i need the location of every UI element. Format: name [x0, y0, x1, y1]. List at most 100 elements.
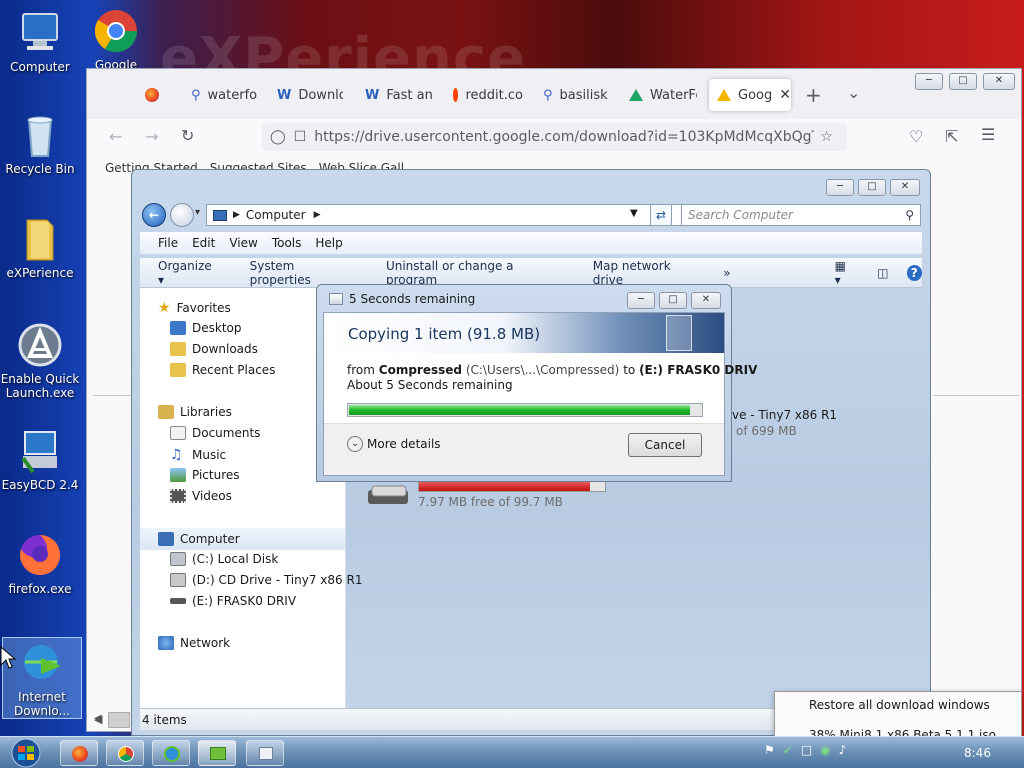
- extensions-icon[interactable]: ⇱: [945, 127, 958, 146]
- url-bar[interactable]: ◯ ☐ https://drive.usercontent.google.com…: [262, 123, 847, 151]
- uninstall-program-button[interactable]: Uninstall or change a program: [386, 259, 563, 287]
- nav-network[interactable]: Network: [158, 636, 230, 650]
- new-tab-button[interactable]: +: [805, 83, 822, 107]
- cd-drive-icon: [170, 573, 186, 587]
- downloads-folder-icon: [170, 342, 186, 356]
- tray-network-icon[interactable]: □: [801, 743, 812, 757]
- more-commands-button[interactable]: »: [723, 266, 730, 280]
- search-input[interactable]: Search Computer ⚲: [681, 204, 921, 226]
- taskbar-chrome[interactable]: [106, 740, 144, 766]
- tab-waterfox-drive[interactable]: WaterFo: [629, 81, 697, 109]
- desktop-icon-easybcd[interactable]: EasyBCD 2.4: [0, 428, 80, 492]
- taskbar-idm[interactable]: [152, 740, 190, 766]
- refresh-icon[interactable]: ⇄: [650, 204, 672, 226]
- tab-basilisk[interactable]: ⚲ basilisk: [543, 81, 609, 109]
- help-icon[interactable]: ?: [906, 264, 922, 281]
- desktop-icon-quick-launch[interactable]: Enable Quick Launch.exe: [0, 322, 80, 400]
- nav-drive-e[interactable]: (E:) FRASK0 DRIV: [170, 594, 296, 608]
- copy-files-icon: [259, 747, 273, 760]
- ff-close-button[interactable]: ✕: [983, 73, 1015, 90]
- back-icon[interactable]: ←: [109, 127, 122, 146]
- tab-search-waterfox[interactable]: ⚲ waterfo: [191, 81, 261, 109]
- close-tab-icon[interactable]: ✕: [779, 87, 791, 103]
- nav-drive-d[interactable]: (D:) CD Drive - Tiny7 x86 R1: [170, 573, 362, 587]
- organize-button[interactable]: Organize ▾: [158, 259, 220, 287]
- tray-arrow-icon[interactable]: ✓: [783, 743, 793, 757]
- explorer-minimize-button[interactable]: ─: [826, 179, 854, 196]
- more-details-toggle[interactable]: ⌄ More details: [347, 436, 441, 452]
- ff-minimize-button[interactable]: ─: [915, 73, 943, 90]
- menu-file[interactable]: File: [158, 236, 178, 250]
- nav-music[interactable]: ♫ Music: [170, 447, 226, 463]
- breadcrumb-arrow-icon: ▶: [233, 210, 240, 220]
- nav-desktop[interactable]: Desktop: [170, 321, 242, 335]
- desktop-icon-experience[interactable]: eXPerience: [0, 216, 80, 280]
- tab-download[interactable]: W Downlo: [277, 81, 343, 109]
- system-properties-button[interactable]: System properties: [250, 259, 356, 287]
- forward-button[interactable]: [170, 203, 194, 227]
- menu-icon[interactable]: ☰: [981, 125, 995, 144]
- desktop-icon-recycle-bin[interactable]: Recycle Bin: [0, 112, 80, 176]
- chrome-icon: [118, 746, 134, 762]
- tab-strip: ⚲waterfo WDownlo WFast and reddit.co ⚲ba…: [87, 69, 1021, 119]
- bookmark-star-icon[interactable]: ☆: [820, 129, 833, 145]
- change-view-icon[interactable]: ▦ ▾: [835, 259, 856, 287]
- nav-drive-c[interactable]: (C:) Local Disk: [170, 552, 278, 566]
- tab-reddit[interactable]: reddit.co: [453, 81, 523, 109]
- start-button[interactable]: [5, 737, 47, 768]
- dialog-close-button[interactable]: ✕: [691, 292, 721, 309]
- dialog-minimize-button[interactable]: ─: [627, 292, 655, 309]
- tray-security-icon[interactable]: ◉: [820, 743, 830, 757]
- copy-dialog: 5 Seconds remaining ─ □ ✕ Copying 1 item…: [316, 284, 757, 482]
- taskbar-clock: 8:46: [964, 746, 991, 760]
- menu-tools[interactable]: Tools: [272, 236, 302, 250]
- w-icon: W: [277, 87, 292, 103]
- horizontal-scrollbar-thumb[interactable]: [108, 712, 130, 728]
- explorer-maximize-button[interactable]: □: [858, 179, 886, 196]
- nav-pictures[interactable]: Pictures: [170, 468, 240, 482]
- reload-icon[interactable]: ↻: [181, 126, 194, 145]
- desktop-icon-firefox[interactable]: firefox.exe: [0, 532, 80, 596]
- dialog-maximize-button[interactable]: □: [659, 292, 687, 309]
- tab-firefox-home[interactable]: [145, 81, 159, 109]
- nav-computer[interactable]: Computer: [140, 528, 345, 550]
- forward-icon[interactable]: →: [145, 127, 158, 146]
- taskbar-copy-dialog[interactable]: [246, 740, 284, 766]
- menu-edit[interactable]: Edit: [192, 236, 215, 250]
- google-drive-icon: [629, 89, 643, 101]
- ff-maximize-button[interactable]: □: [949, 73, 977, 90]
- scroll-left-icon[interactable]: ◀: [94, 713, 102, 726]
- menu-view[interactable]: View: [229, 236, 257, 250]
- destination-drive[interactable]: (E:) FRASK0 DRIV: [639, 363, 757, 377]
- nav-recent-places[interactable]: Recent Places: [170, 363, 275, 377]
- preview-pane-icon[interactable]: ◫: [877, 266, 888, 280]
- tray-volume-icon[interactable]: ♪: [839, 743, 847, 757]
- restore-download-windows[interactable]: Restore all download windows: [809, 698, 990, 712]
- nav-documents[interactable]: Documents: [170, 426, 260, 440]
- address-dropdown-icon[interactable]: ▼: [630, 208, 638, 219]
- desktop-icon-computer[interactable]: Computer: [0, 10, 80, 74]
- nav-videos[interactable]: Videos: [170, 489, 232, 503]
- removable-drive-icon[interactable]: [366, 482, 412, 508]
- breadcrumb-computer[interactable]: Computer: [246, 208, 306, 222]
- nav-libraries[interactable]: Libraries: [158, 405, 232, 419]
- list-all-tabs-icon[interactable]: ⌄: [847, 83, 860, 102]
- tray-flag-icon[interactable]: ⚑: [764, 743, 775, 757]
- tab-google-drive-active[interactable]: Goog ✕: [709, 79, 791, 111]
- desktop-icon-google[interactable]: Google: [76, 8, 156, 72]
- breadcrumb-arrow-icon: ▶: [313, 210, 321, 220]
- tab-fast-and[interactable]: WFast and: [365, 81, 433, 109]
- explorer-close-button[interactable]: ✕: [890, 179, 920, 196]
- map-network-drive-button[interactable]: Map network drive: [593, 259, 702, 287]
- menu-help[interactable]: Help: [315, 236, 342, 250]
- taskbar-firefox[interactable]: [60, 740, 98, 766]
- pocket-icon[interactable]: ♡: [909, 127, 923, 146]
- recent-pages-icon[interactable]: ▾: [195, 207, 200, 218]
- taskbar-explorer[interactable]: [198, 740, 236, 766]
- nav-favorites[interactable]: ★ Favorites: [158, 300, 231, 316]
- back-button[interactable]: ←: [142, 203, 166, 227]
- copy-progress-bar: [347, 403, 703, 417]
- cancel-button[interactable]: Cancel: [628, 433, 702, 457]
- source-folder[interactable]: Compressed: [379, 363, 462, 377]
- nav-downloads[interactable]: Downloads: [170, 342, 258, 356]
